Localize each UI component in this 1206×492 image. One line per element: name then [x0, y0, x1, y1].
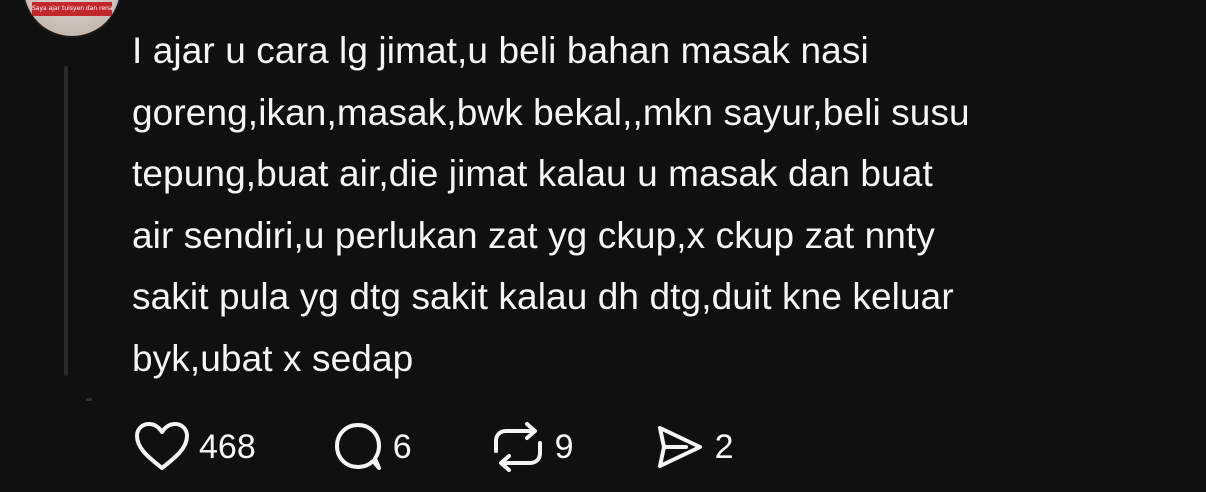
post-line: byk,ubat x sedap: [132, 337, 414, 379]
comment-icon: [334, 423, 381, 470]
reply-button[interactable]: 6: [332, 421, 412, 473]
post-line: sakit pula yg dtg sakit kalau dh dtg,dui…: [132, 276, 954, 317]
like-count: 468: [199, 427, 256, 466]
repost-icon: [493, 422, 542, 472]
like-button[interactable]: 468: [134, 421, 256, 473]
heart-icon: [135, 422, 189, 470]
thread-line: [64, 66, 68, 376]
avatar[interactable]: Saya ajar tuisyen dan renang: [22, 0, 122, 38]
post-line: tepung,buat air,die jimat kalau u masak …: [132, 153, 933, 194]
share-count: 2: [714, 427, 734, 466]
thread-dot: [86, 398, 92, 401]
send-icon: [657, 426, 702, 468]
action-bar: 468 6 9 2: [134, 418, 734, 476]
repost-count: 9: [554, 427, 574, 466]
post-line: I ajar u cara lg jimat,u beli bahan masa…: [132, 30, 869, 71]
reply-count: 6: [392, 427, 412, 466]
share-button[interactable]: 2: [650, 421, 734, 473]
post-body: I ajar u cara lg jimat,u beli bahan masa…: [132, 20, 1182, 389]
post-line: goreng,ikan,masak,bwk bekal,,mkn sayur,b…: [132, 91, 970, 133]
thread-post: Saya ajar tuisyen dan renang I ajar u ca…: [0, 0, 1206, 492]
repost-button[interactable]: 9: [490, 421, 574, 473]
avatar-banner-text: Saya ajar tuisyen dan renang: [32, 2, 112, 16]
post-line: air sendiri,u perlukan zat yg ckup,x cku…: [132, 214, 935, 256]
